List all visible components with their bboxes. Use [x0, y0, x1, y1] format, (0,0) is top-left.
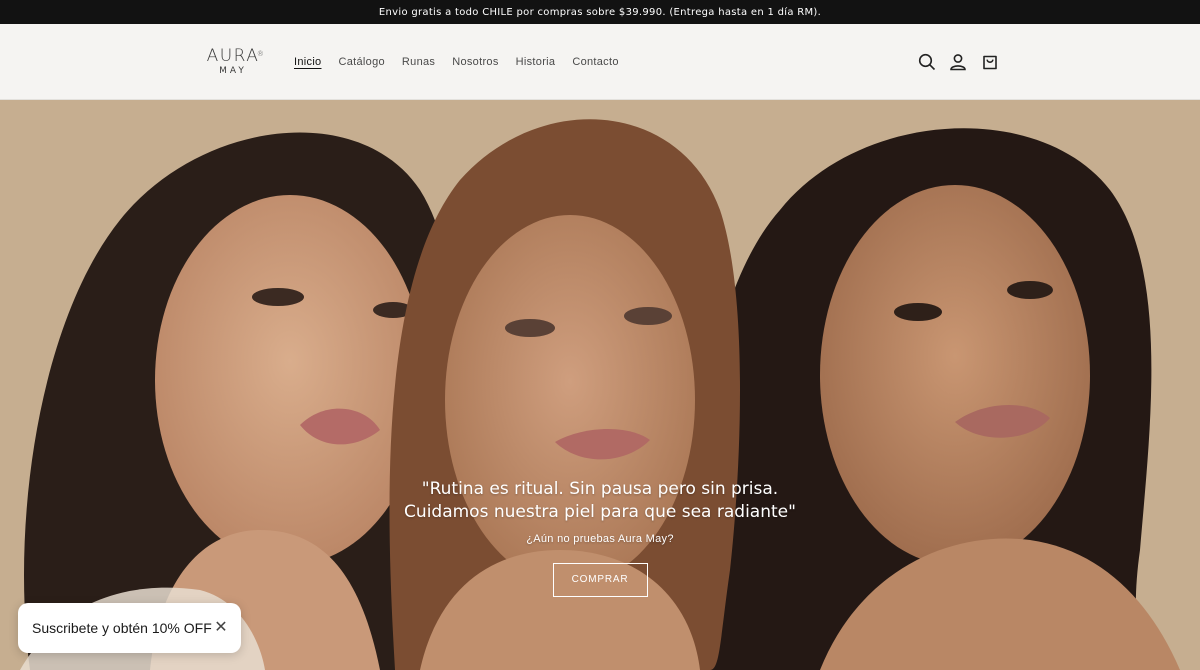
hero-quote: "Rutina es ritual. Sin pausa pero sin pr…: [404, 479, 796, 522]
subscribe-popup[interactable]: Suscribete y obtén 10% OFF ✕: [18, 603, 241, 653]
logo[interactable]: AURA ® MAY: [200, 46, 266, 80]
nav-item-runas[interactable]: Runas: [402, 55, 435, 69]
search-icon[interactable]: [917, 52, 937, 72]
announcement-bar: Envio gratis a todo CHILE por compras so…: [0, 0, 1200, 24]
logo-wordmark: AURA ®: [206, 46, 266, 66]
nav-item-nosotros[interactable]: Nosotros: [452, 55, 498, 69]
account-icon[interactable]: [948, 52, 968, 72]
subscribe-popup-text[interactable]: Suscribete y obtén 10% OFF: [32, 620, 212, 636]
hero-content: "Rutina es ritual. Sin pausa pero sin pr…: [400, 478, 800, 597]
nav-item-inicio[interactable]: Inicio: [294, 55, 321, 69]
site-header: AURA ® MAY Inicio Catálogo Runas Nosotros…: [0, 24, 1200, 100]
hero-banner: "Rutina es ritual. Sin pausa pero sin pr…: [0, 100, 1200, 670]
announcement-text: Envio gratis a todo CHILE por compras so…: [378, 6, 822, 18]
main-nav: Inicio Catálogo Runas Nosotros Historia …: [294, 55, 636, 69]
nav-item-contacto[interactable]: Contacto: [572, 55, 618, 69]
registered-mark: ®: [256, 50, 266, 58]
nav-item-historia[interactable]: Historia: [516, 55, 556, 69]
close-icon[interactable]: ✕: [213, 619, 229, 635]
hero-subtitle: ¿Aún no pruebas Aura May?: [526, 533, 674, 545]
shop-button[interactable]: COMPRAR: [552, 563, 648, 597]
logo-subword: MAY: [219, 66, 247, 76]
cart-icon[interactable]: [980, 52, 1000, 72]
nav-item-catalogo[interactable]: Catálogo: [338, 55, 384, 69]
